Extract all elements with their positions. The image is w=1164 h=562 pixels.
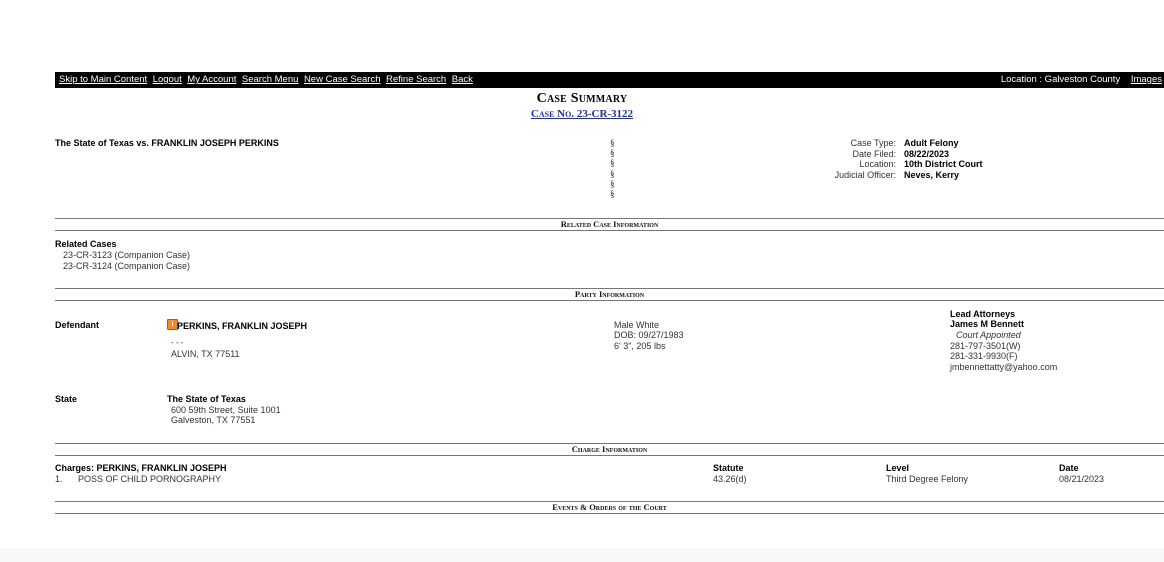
attorney-name: James M Bennett [950,319,1025,329]
state-name: The State of Texas [167,394,246,404]
case-info-row: Case Type: Adult Felony [800,138,983,149]
state-address-line2: Galveston, TX 77551 [171,415,256,425]
location-label: Location: [859,159,896,169]
defendant-dob: DOB: 09/27/1983 [614,330,684,340]
section-symbol: § [610,168,615,179]
page-bottom-band [0,548,1164,562]
nav-link-logout[interactable]: Logout [153,74,182,85]
case-type-label: Case Type: [850,138,896,148]
section-symbols: § § § § § § [610,138,620,199]
top-nav-bar: Skip to Main Content Logout My Account S… [55,72,1164,88]
case-number-link[interactable]: Case No. 23-CR-3122 [0,108,1164,120]
party-info-header: Party Information [55,288,1164,301]
related-case-item: 23-CR-3124 (Companion Case) [63,261,191,271]
attorney-appointment: Court Appointed [956,330,1021,340]
defendant-label: Defendant [55,320,100,330]
attorney-phone-fax: 281-331-9930(F) [950,351,1018,361]
nav-link-refine-search[interactable]: Refine Search [386,74,446,85]
judicial-officer-value: Neves, Kerry [904,169,960,180]
defendant-sex-race: Male White [614,320,660,330]
images-link[interactable]: Images [1131,74,1162,85]
related-cases-title: Related Cases [55,239,117,249]
defendant-name: PERKINS, FRANKLIN JOSEPH [177,321,308,331]
charge-date: 08/21/2023 [1059,474,1105,484]
case-type-value: Adult Felony [904,138,959,148]
case-info-row: Judicial Officer: Neves, Kerry [800,170,983,181]
judicial-officer-label: Judicial Officer: [834,169,896,180]
attorney-email: jmbennettatty@yahoo.com [950,362,1058,372]
nav-link-back[interactable]: Back [452,74,473,85]
nav-link-my-account[interactable]: My Account [187,74,236,85]
level-column-header: Level [886,463,910,473]
location-text: Location : Galveston County [1000,74,1121,85]
section-symbol: § [610,178,615,189]
nav-links: Skip to Main Content Logout My Account S… [59,74,476,85]
charge-level: Third Degree Felony [886,474,969,484]
nav-link-new-case-search[interactable]: New Case Search [304,74,381,85]
defendant-address-line1: - - - [171,338,184,347]
nav-link-skip-to-main[interactable]: Skip to Main Content [59,74,147,85]
nav-link-search-menu[interactable]: Search Menu [242,74,299,85]
case-info-row: Location: 10th District Court [800,159,983,170]
section-symbol: § [610,148,615,159]
page-title: Case Summary [536,91,628,106]
case-info-row: Date Filed: 08/22/2023 [800,149,983,160]
charges-heading: Charges: PERKINS, FRANKLIN JOSEPH [55,463,227,473]
charge-description: POSS OF CHILD PORNOGRAPHY [78,474,222,484]
location-value: 10th District Court [904,159,983,169]
charge-number: 1. [55,474,63,484]
charge-statute: 43.26(d) [713,474,747,484]
state-label: State [55,394,78,404]
case-info-table: Case Type: Adult Felony Date Filed: 08/2… [800,138,983,180]
section-symbol: § [610,158,615,169]
charge-info-header: Charge Information [55,443,1164,456]
date-filed-value: 08/22/2023 [904,148,950,159]
case-style: The State of Texas vs. FRANKLIN JOSEPH P… [55,138,279,148]
events-orders-header: Events & Orders of the Court [55,501,1164,514]
defendant-height-weight: 6' 3", 205 lbs [614,341,666,351]
date-filed-label: Date Filed: [852,148,896,159]
related-case-item: 23-CR-3123 (Companion Case) [63,250,191,260]
section-symbol: § [610,189,615,200]
nav-right: Location : Galveston County Images [1001,74,1162,85]
defendant-address-line2: ALVIN, TX 77511 [171,349,240,359]
section-symbol: § [610,138,615,148]
state-address-line1: 600 59th Street, Suite 1001 [171,405,281,415]
date-column-header: Date [1059,463,1079,473]
related-case-info-header: Related Case Information [55,218,1164,231]
statute-column-header: Statute [713,463,744,473]
